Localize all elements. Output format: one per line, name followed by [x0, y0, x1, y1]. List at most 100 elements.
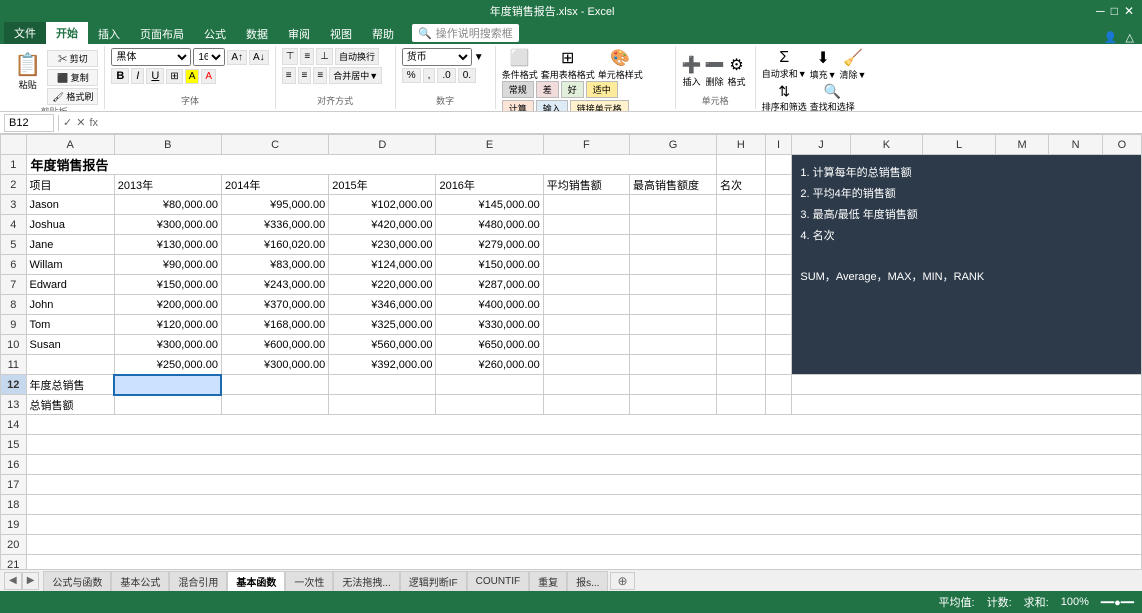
- cell-b12-selected[interactable]: [114, 375, 221, 395]
- cell-e9[interactable]: ¥330,000.00: [436, 315, 543, 335]
- align-bottom-button[interactable]: ⊥: [316, 48, 333, 65]
- cell-b9[interactable]: ¥120,000.00: [114, 315, 221, 335]
- sheet-tab-no-drag[interactable]: 无法拖拽...: [333, 571, 399, 591]
- cell-d5[interactable]: ¥230,000.00: [329, 235, 436, 255]
- sheet-tab-once[interactable]: 一次性: [285, 571, 333, 591]
- align-center-button[interactable]: ≡: [298, 67, 312, 84]
- share-button[interactable]: △: [1126, 31, 1134, 44]
- fill-color-button[interactable]: A: [185, 69, 200, 84]
- cell-e4[interactable]: ¥480,000.00: [436, 215, 543, 235]
- formula-input[interactable]: [102, 114, 1138, 132]
- add-sheet-button[interactable]: ⊕: [610, 572, 634, 590]
- sheet-nav-left[interactable]: ◀: [4, 572, 22, 590]
- cell-a5[interactable]: Jane: [26, 235, 114, 255]
- format-as-table-button[interactable]: ⊞ 套用表格格式: [541, 48, 595, 81]
- sheet-nav-right[interactable]: ▶: [22, 572, 40, 590]
- sheet-tab-basic-formula[interactable]: 基本公式: [111, 571, 169, 591]
- close-icon[interactable]: ✕: [1124, 4, 1134, 18]
- cell-d8[interactable]: ¥346,000.00: [329, 295, 436, 315]
- cell-a3[interactable]: Jason: [26, 195, 114, 215]
- fill-button[interactable]: ⬇ 填充▼: [810, 48, 837, 81]
- cell-a6[interactable]: Willam: [26, 255, 114, 275]
- percent-button[interactable]: %: [402, 68, 421, 83]
- conditional-format-button[interactable]: ⬜ 条件格式: [502, 48, 538, 81]
- find-select-button[interactable]: 🔍 查找和选择: [810, 83, 855, 112]
- font-color-button[interactable]: A: [201, 69, 216, 84]
- cell-e10[interactable]: ¥650,000.00: [436, 335, 543, 355]
- cell-e11[interactable]: ¥260,000.00: [436, 355, 543, 375]
- cell-b4[interactable]: ¥300,000.00: [114, 215, 221, 235]
- tab-data[interactable]: 数据: [236, 24, 278, 44]
- cell-g2[interactable]: 最高销售额度: [629, 175, 716, 195]
- cell-d9[interactable]: ¥325,000.00: [329, 315, 436, 335]
- cell-d3[interactable]: ¥102,000.00: [329, 195, 436, 215]
- cell-a9[interactable]: Tom: [26, 315, 114, 335]
- cell-reference-input[interactable]: [4, 114, 54, 132]
- cell-b8[interactable]: ¥200,000.00: [114, 295, 221, 315]
- italic-button[interactable]: I: [131, 68, 144, 84]
- cell-c7[interactable]: ¥243,000.00: [221, 275, 328, 295]
- insert-button[interactable]: ➕ 插入: [682, 55, 702, 88]
- zoom-slider[interactable]: ━━●━━: [1101, 596, 1134, 609]
- copy-button[interactable]: ⬛ 复制: [47, 69, 98, 86]
- number-format-select[interactable]: 货币: [402, 48, 472, 66]
- minimize-icon[interactable]: ─: [1096, 4, 1105, 18]
- underline-button[interactable]: U: [146, 68, 164, 84]
- cell-c6[interactable]: ¥83,000.00: [221, 255, 328, 275]
- align-top-button[interactable]: ⊤: [282, 48, 299, 65]
- font-family-select[interactable]: 黑体: [111, 48, 191, 66]
- tab-formula[interactable]: 公式: [194, 24, 236, 44]
- search-box[interactable]: 🔍 操作说明搜索框: [412, 24, 519, 42]
- tab-page-layout[interactable]: 页面布局: [130, 24, 194, 44]
- tab-view[interactable]: 视图: [320, 24, 362, 44]
- cell-a10[interactable]: Susan: [26, 335, 114, 355]
- cell-c10[interactable]: ¥600,000.00: [221, 335, 328, 355]
- cell-d6[interactable]: ¥124,000.00: [329, 255, 436, 275]
- merge-center-button[interactable]: 合并居中▼: [329, 67, 382, 84]
- cell-d10[interactable]: ¥560,000.00: [329, 335, 436, 355]
- tab-review[interactable]: 审阅: [278, 24, 320, 44]
- sheet-tab-repeat[interactable]: 重复: [529, 571, 567, 591]
- cell-e2[interactable]: 2016年: [436, 175, 543, 195]
- cell-b10[interactable]: ¥300,000.00: [114, 335, 221, 355]
- cell-h2[interactable]: 名次: [716, 175, 765, 195]
- cell-d7[interactable]: ¥220,000.00: [329, 275, 436, 295]
- comma-button[interactable]: ,: [423, 68, 436, 83]
- cell-a12[interactable]: 年度总销售: [26, 375, 114, 395]
- align-right-button[interactable]: ≡: [313, 67, 327, 84]
- insert-function-icon[interactable]: fx: [89, 117, 98, 129]
- cell-b11[interactable]: ¥250,000.00: [114, 355, 221, 375]
- sheet-tab-mixed-ref[interactable]: 混合引用: [169, 571, 227, 591]
- tab-file[interactable]: 文件: [4, 22, 46, 44]
- cut-button[interactable]: ✂ 剪切: [47, 50, 98, 67]
- increase-decimal-button[interactable]: .0: [437, 68, 455, 83]
- cell-e7[interactable]: ¥287,000.00: [436, 275, 543, 295]
- cell-e8[interactable]: ¥400,000.00: [436, 295, 543, 315]
- cell-b2[interactable]: 2013年: [114, 175, 221, 195]
- cell-b7[interactable]: ¥150,000.00: [114, 275, 221, 295]
- sheet-tab-logic-if[interactable]: 逻辑判断IF: [400, 571, 467, 591]
- cell-c9[interactable]: ¥168,000.00: [221, 315, 328, 335]
- cell-c8[interactable]: ¥370,000.00: [221, 295, 328, 315]
- maximize-icon[interactable]: □: [1111, 4, 1118, 18]
- delete-button[interactable]: ➖ 删除: [705, 55, 725, 88]
- cell-c3[interactable]: ¥95,000.00: [221, 195, 328, 215]
- border-button[interactable]: ⊞: [166, 69, 182, 84]
- cell-d2[interactable]: 2015年: [329, 175, 436, 195]
- format-button[interactable]: ⚙ 格式: [728, 55, 746, 88]
- cell-c11[interactable]: ¥300,000.00: [221, 355, 328, 375]
- align-left-button[interactable]: ≡: [282, 67, 296, 84]
- cell-c2[interactable]: 2014年: [221, 175, 328, 195]
- cell-e3[interactable]: ¥145,000.00: [436, 195, 543, 215]
- sheet-tab-formulas[interactable]: 公式与函数: [43, 571, 111, 591]
- tab-help[interactable]: 帮助: [362, 24, 404, 44]
- cell-b3[interactable]: ¥80,000.00: [114, 195, 221, 215]
- align-middle-button[interactable]: ≡: [300, 48, 314, 65]
- cell-b6[interactable]: ¥90,000.00: [114, 255, 221, 275]
- cell-e6[interactable]: ¥150,000.00: [436, 255, 543, 275]
- font-size-select[interactable]: 16: [193, 48, 225, 66]
- font-size-decrease[interactable]: A↓: [249, 50, 269, 65]
- cell-b5[interactable]: ¥130,000.00: [114, 235, 221, 255]
- cell-a4[interactable]: Joshua: [26, 215, 114, 235]
- cell-a13[interactable]: 总销售额: [26, 395, 114, 415]
